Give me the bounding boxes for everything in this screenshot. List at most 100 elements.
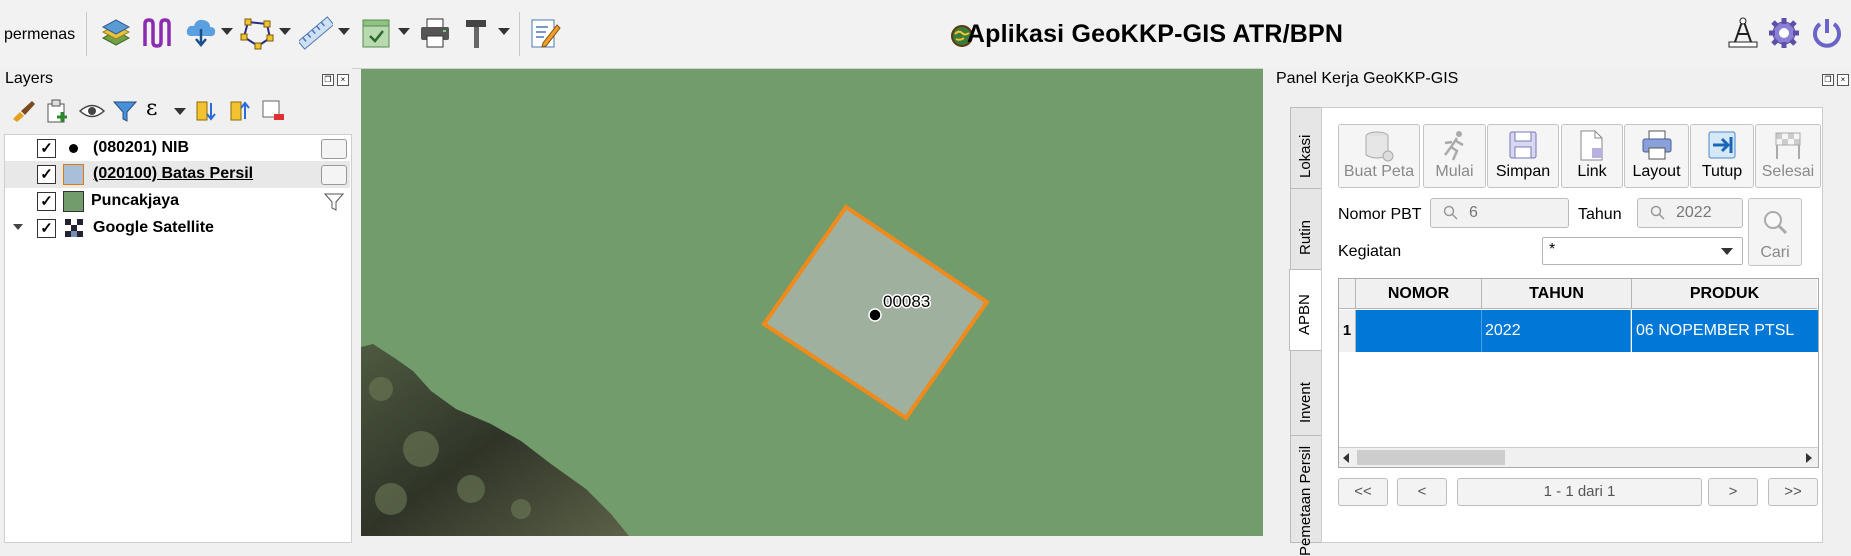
layer-row-nib[interactable]: ✓ (080201) NIB [5,135,350,162]
map-canvas[interactable]: 00083 [361,69,1263,536]
document-link-icon [1580,130,1603,161]
eye-icon[interactable] [78,100,106,122]
scroll-right-icon[interactable] [1806,453,1812,463]
tahun-label: Tahun [1578,206,1622,223]
tab-invent[interactable]: Invent [1290,350,1322,436]
kegiatan-select[interactable]: * [1542,237,1743,265]
row-header[interactable]: 1 [1339,310,1356,352]
add-group-icon[interactable] [44,98,70,124]
layout-button[interactable]: Layout [1624,124,1689,188]
expand-arrow-icon[interactable] [13,224,23,230]
finish-flag-icon [1775,132,1801,159]
layer-indicator-icon[interactable] [321,165,347,185]
layer-checkbox[interactable]: ✓ [37,219,56,238]
map-layers: 00083 [361,204,990,536]
polygon-symbol-icon [63,164,84,185]
exit-icon [1708,131,1736,159]
result-table: NOMOR TAHUN PRODUK 1 2022 06 NOPEMBER PT… [1338,278,1819,468]
column-header[interactable]: PRODUK [1632,279,1817,309]
last-page-button[interactable]: >> [1768,478,1818,506]
layer-row-batas-persil[interactable]: ✓ (020100) Batas Persil [5,161,350,188]
nib-point[interactable] [868,308,882,322]
button-label: Tutup [1701,163,1743,180]
chevron-down-icon[interactable] [174,108,186,115]
layer-name: Google Satellite [93,219,214,236]
table-cell[interactable]: 2022 [1482,310,1631,352]
expand-all-icon[interactable] [194,99,218,123]
mulai-button[interactable]: Mulai [1423,124,1486,188]
button-label: Selesai [1761,163,1815,180]
close-panel-button[interactable]: × [1837,74,1849,86]
table-cell[interactable]: 06 NOPEMBER PTSL [1632,310,1818,352]
prev-page-button[interactable]: < [1397,478,1447,506]
float-panel-button[interactable]: ❐ [322,74,334,86]
parcel-label: 00083 [883,292,930,311]
column-header[interactable]: NOMOR [1356,279,1482,309]
remove-layer-icon[interactable] [261,99,285,123]
scroll-left-icon[interactable] [1343,453,1349,463]
chevron-down-icon[interactable] [1721,248,1733,255]
cari-button[interactable]: Cari [1748,198,1802,266]
first-page-button[interactable]: << [1338,478,1388,506]
layer-row-google-satellite[interactable]: ✓ Google Satellite [5,215,350,242]
tab-pemetaan-persil[interactable]: Pemetaan Persil [1290,435,1322,556]
float-panel-button[interactable]: ❐ [1822,74,1834,86]
page-info: 1 - 1 dari 1 [1457,478,1702,506]
save-icon [1509,131,1537,159]
button-label: Layout [1632,163,1681,180]
simpan-button[interactable]: Simpan [1487,124,1559,188]
button-label: Mulai [1435,163,1474,180]
layer-indicator-icon[interactable] [321,139,347,159]
collapse-all-icon[interactable] [228,99,252,123]
runner-icon [1443,131,1464,161]
power-icon[interactable] [1810,16,1844,50]
scrollbar-thumb[interactable] [1357,450,1505,465]
tutup-button[interactable]: Tutup [1690,124,1754,188]
compass-drafting-icon[interactable] [1726,16,1760,50]
tab-label: Lokasi [1297,134,1314,178]
tab-label: Rutin [1297,219,1314,255]
point-symbol-icon [69,144,78,153]
button-label: Link [1577,163,1607,180]
expression-filter-icon[interactable]: ε [146,96,157,121]
table-cell[interactable] [1356,310,1482,352]
buat-peta-button[interactable]: Buat Peta [1338,124,1420,188]
tab-lokasi[interactable]: Lokasi [1290,107,1322,189]
selesai-button[interactable]: Selesai [1755,124,1821,188]
kegiatan-value: * [1549,241,1556,258]
link-button[interactable]: Link [1561,124,1623,188]
layer-checkbox[interactable]: ✓ [37,192,56,211]
layer-checkbox[interactable]: ✓ [37,165,56,184]
layer-name: (080201) NIB [93,139,190,156]
tab-label: APBN [1296,294,1313,335]
filter-indicator-icon[interactable] [323,192,345,212]
tab-label: Pemetaan Persil [1297,445,1314,556]
layer-name: (020100) Batas Persil [93,165,254,182]
column-header[interactable]: TAHUN [1482,279,1632,309]
layer-tree: ✓ (080201) NIB ✓ (020100) Batas Persil ✓… [4,134,352,543]
tab-rutin[interactable]: Rutin [1290,188,1322,270]
layer-row-puncakjaya[interactable]: ✓ Puncakjaya [5,188,350,215]
nomor-pbt-label: Nomor PBT [1338,206,1422,223]
tahun-input[interactable]: 2022 [1637,198,1743,228]
style-brush-icon[interactable] [10,99,36,123]
close-panel-button[interactable]: × [337,74,349,86]
print-layout-icon [1642,130,1671,160]
nomor-pbt-input[interactable]: 6 [1430,198,1569,228]
horizontal-scrollbar[interactable] [1339,447,1818,467]
table-corner [1339,279,1356,309]
layer-checkbox[interactable]: ✓ [37,139,56,158]
tahun-value: 2022 [1676,204,1712,221]
tab-apbn[interactable]: APBN [1289,269,1323,351]
filter-icon[interactable] [112,99,138,123]
next-page-button[interactable]: > [1708,478,1758,506]
database-icon [1365,131,1394,162]
kegiatan-label: Kegiatan [1338,243,1402,260]
app-title: Aplikasi GeoKKP-GIS ATR/BPN [966,20,1344,48]
button-label: Simpan [1495,163,1551,180]
search-icon [1764,211,1788,235]
gear-icon[interactable] [1767,16,1801,50]
search-icon [1443,205,1458,220]
layers-panel-title: Layers [5,70,54,87]
work-panel-title: Panel Kerja GeoKKP-GIS [1276,70,1459,87]
